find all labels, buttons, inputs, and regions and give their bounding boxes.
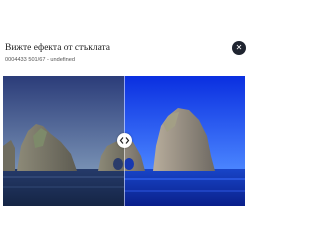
chevron-left-right-icon — [119, 137, 130, 144]
close-icon: ✕ — [235, 43, 243, 52]
dialog-subtitle: 0004433 501/67 - undefined — [5, 57, 75, 63]
comparison-slider-handle[interactable] — [117, 133, 132, 148]
glass-effect-dialog: Вижте ефекта от стъклата 0004433 501/67 … — [0, 35, 250, 213]
close-button[interactable]: ✕ — [232, 41, 246, 55]
before-after-comparison[interactable] — [3, 76, 245, 206]
dialog-title: Вижте ефекта от стъклата — [5, 43, 111, 53]
